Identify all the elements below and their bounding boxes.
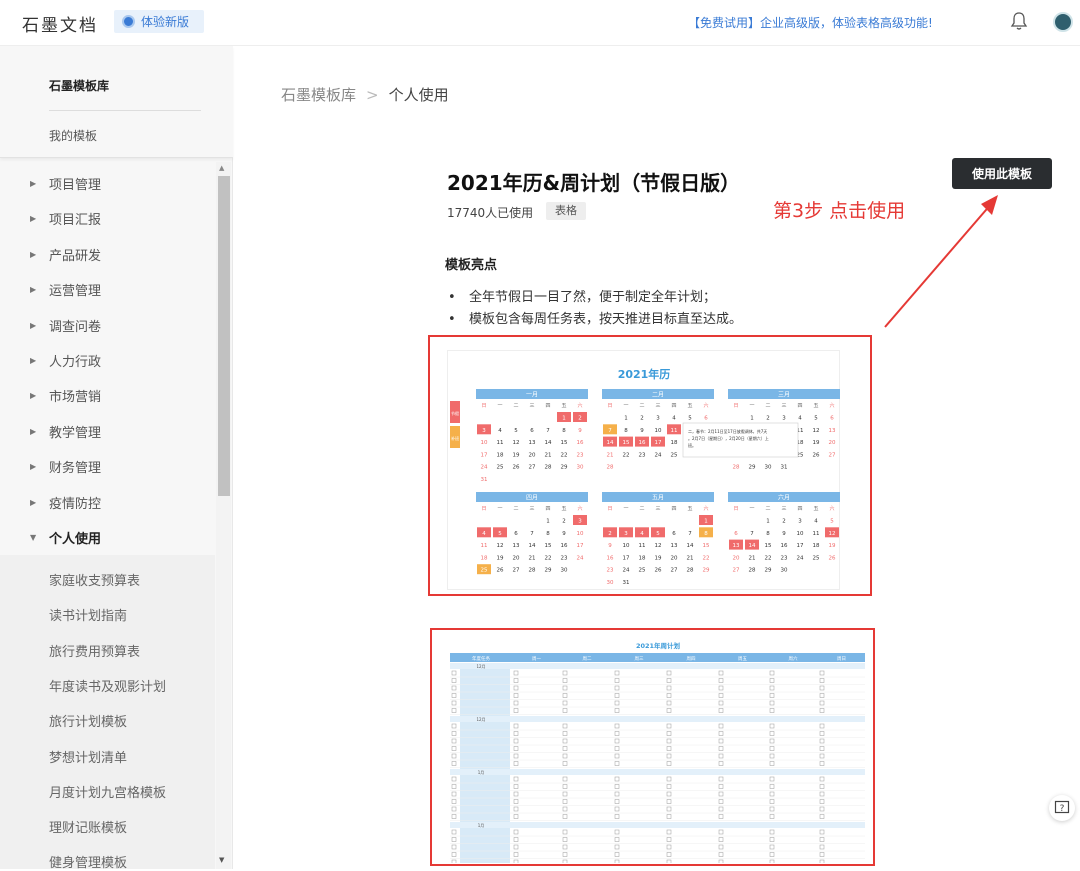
sidebar-template-item[interactable]: 健身管理模板 bbox=[49, 852, 127, 871]
sidebar-category[interactable]: ▶ 运营管理 bbox=[0, 272, 215, 307]
breadcrumb-current: 个人使用 bbox=[388, 86, 449, 104]
breadcrumb-root[interactable]: 石墨模板库 bbox=[281, 86, 356, 104]
sidebar-category[interactable]: ▶ 人力行政 bbox=[0, 343, 215, 378]
caret-right-icon: ▶ bbox=[30, 356, 37, 365]
help-button[interactable]: ? bbox=[1049, 795, 1075, 821]
sidebar-category-label: 人力行政 bbox=[49, 355, 102, 370]
usage-count: 17740人已使用 bbox=[447, 206, 534, 220]
sidebar-category-label: 疫情防控 bbox=[49, 496, 102, 512]
svg-text:?: ? bbox=[1060, 804, 1065, 814]
sidebar-template-item[interactable]: 旅行费用预算表 bbox=[49, 641, 140, 660]
annotation-arrow bbox=[884, 195, 998, 328]
caret-right-icon: ▶ bbox=[30, 214, 37, 224]
sidebar-template-item[interactable]: 家庭收支预算表 bbox=[49, 570, 140, 589]
sidebar-category-label: 个人使用 bbox=[49, 532, 102, 547]
new-version-icon bbox=[122, 15, 135, 28]
sidebar-category-label: 教学管理 bbox=[49, 425, 102, 441]
template-type-tag: 表格 bbox=[546, 202, 586, 220]
caret-right-icon: ▶ bbox=[30, 179, 37, 188]
sidebar-header: 石墨模板库 我的模板 bbox=[0, 46, 233, 158]
sidebar: 石墨模板库 我的模板 ▶ 项目管理 ▶ 项目汇报 ▶ 产品研发 ▶ 运营管理 ▶ 调查问卷 ▶ 人力行… bbox=[0, 46, 233, 871]
scroll-up-icon[interactable]: ▲ bbox=[219, 164, 224, 172]
app-logo[interactable]: 石墨文档 bbox=[22, 11, 98, 36]
my-templates-link[interactable]: 我的模板 bbox=[49, 127, 97, 144]
sidebar-category[interactable]: ▶ 产品研发 bbox=[0, 237, 215, 272]
sidebar-category-label: 市场营销 bbox=[49, 390, 102, 406]
sidebar-category-label: 产品研发 bbox=[49, 248, 102, 264]
sidebar-category[interactable]: ▶ 调查问卷 bbox=[0, 308, 215, 343]
top-bar: 石墨文档 体验新版 【免费试用】企业高级版，体验表格高级功能! bbox=[0, 0, 1080, 46]
caret-right-icon: ▶ bbox=[30, 285, 37, 295]
caret-down-icon: ▼ bbox=[30, 533, 37, 542]
avatar[interactable] bbox=[1053, 12, 1073, 32]
sidebar-category[interactable]: ▶ 财务管理 bbox=[0, 449, 215, 484]
sidebar-template-item[interactable]: 读书计划指南 bbox=[49, 605, 127, 624]
caret-right-icon: ▶ bbox=[30, 462, 37, 472]
template-library-title[interactable]: 石墨模板库 bbox=[49, 77, 109, 94]
sidebar-category[interactable]: ▶ 市场营销 bbox=[0, 378, 215, 413]
sidebar-template-item[interactable]: 月度计划九宫格模板 bbox=[49, 782, 166, 801]
sidebar-category-label: 项目汇报 bbox=[49, 213, 102, 229]
sidebar-template-item[interactable]: 旅行计划模板 bbox=[49, 711, 127, 730]
sidebar-category[interactable]: ▶ 教学管理 bbox=[0, 414, 215, 449]
sidebar-template-item[interactable]: 梦想计划清单 bbox=[49, 747, 127, 766]
help-icon: ? bbox=[1054, 800, 1070, 814]
sidebar-scroll-thumb[interactable] bbox=[218, 176, 230, 496]
caret-right-icon: ▶ bbox=[30, 426, 37, 436]
sidebar-category[interactable]: ▶ 疫情防控 bbox=[0, 485, 215, 520]
caret-right-icon: ▶ bbox=[30, 497, 37, 507]
sidebar-category-label: 财务管理 bbox=[49, 461, 102, 477]
breadcrumb-separator: > bbox=[366, 86, 379, 104]
scroll-down-icon[interactable]: ▼ bbox=[219, 856, 224, 864]
template-title: 2021年历&周计划（节假日版） bbox=[447, 171, 741, 195]
sidebar-category[interactable]: ▶ 项目汇报 bbox=[0, 201, 215, 236]
caret-right-icon: ▶ bbox=[30, 320, 37, 330]
breadcrumb: 石墨模板库 > 个人使用 bbox=[281, 84, 449, 105]
highlight-item: • 模板包含每周任务表，按天推进目标直至达成。 bbox=[448, 312, 743, 327]
caret-right-icon: ▶ bbox=[30, 249, 37, 259]
sidebar-category-label: 项目管理 bbox=[49, 178, 102, 193]
highlights-title: 模板亮点 bbox=[445, 258, 498, 273]
sidebar-template-item[interactable]: 理财记账模板 bbox=[49, 817, 127, 836]
sidebar-category-label: 运营管理 bbox=[49, 284, 102, 300]
sidebar-category[interactable]: ▶ 项目管理 bbox=[0, 166, 215, 201]
caret-right-icon: ▶ bbox=[30, 391, 37, 401]
promo-link[interactable]: 【免费试用】企业高级版，体验表格高级功能! bbox=[688, 14, 933, 31]
try-new-version-label: 体验新版 bbox=[141, 15, 190, 29]
highlight-item: • 全年节假日一目了然，便于制定全年计划； bbox=[448, 290, 717, 305]
sidebar-template-item[interactable]: 年度读书及观影计划 bbox=[49, 676, 166, 695]
sidebar-category[interactable]: ▼ 个人使用 bbox=[0, 520, 215, 555]
try-new-version-button[interactable]: 体验新版 bbox=[114, 10, 204, 33]
highlight-frame bbox=[428, 335, 872, 596]
divider bbox=[49, 110, 201, 111]
sidebar-category-label: 调查问卷 bbox=[49, 319, 102, 335]
bell-icon[interactable] bbox=[1010, 11, 1028, 31]
highlight-frame bbox=[430, 628, 875, 866]
